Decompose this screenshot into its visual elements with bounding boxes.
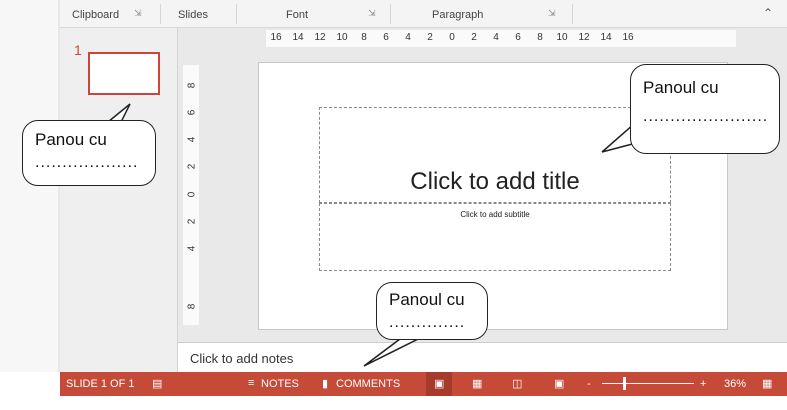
ruler-tick-label: 0: [449, 32, 455, 43]
zoom-in-button[interactable]: +: [700, 378, 706, 390]
ruler-tick-label: 2: [427, 32, 433, 43]
ruler-tick-label: 12: [578, 32, 590, 43]
ruler-tick-label: 6: [383, 32, 389, 43]
callout-right: Panoul cu .......................: [630, 64, 780, 154]
slide-sorter-icon[interactable]: ▦: [472, 377, 482, 390]
dialog-launcher-icon[interactable]: ⇲: [548, 8, 556, 19]
page-bottom-margin: [0, 396, 787, 410]
callout-left: Panou cu ...................: [22, 120, 156, 186]
comments-icon[interactable]: ▮: [322, 377, 328, 390]
ruler-tick-label: 8: [361, 32, 367, 43]
ruler-tick-label: 4: [186, 136, 198, 143]
fit-to-window-icon[interactable]: ▦: [762, 377, 772, 390]
ribbon-group-paragraph: Paragraph: [432, 9, 484, 21]
ruler-tick-label: 6: [515, 32, 521, 43]
ruler-tick-label: 14: [292, 32, 304, 43]
ribbon-separator: [236, 4, 237, 24]
reading-view-icon[interactable]: ◫: [512, 377, 522, 390]
subtitle-placeholder[interactable]: Click to add subtitle: [319, 203, 671, 271]
title-placeholder[interactable]: Click to add title: [319, 107, 671, 203]
thumbnail-slide-number: 1: [74, 42, 82, 58]
comments-button[interactable]: COMMENTS: [336, 378, 400, 390]
ribbon-group-clipboard: Clipboard: [72, 9, 120, 21]
vertical-ruler: 8 6 4 2 0 2 4 8: [183, 65, 199, 325]
ruler-tick-label: 10: [556, 32, 568, 43]
callout-bottom-label: Panoul cu: [389, 290, 465, 309]
ribbon-separator: [160, 4, 161, 24]
ribbon-separator: [572, 4, 573, 24]
callout-bottom-blank: ..............: [389, 313, 466, 331]
notes-icon[interactable]: ≡: [248, 377, 254, 389]
status-bar: SLIDE 1 OF 1 ▤ ≡ NOTES ▮ COMMENTS ▣ ▦ ◫ …: [60, 372, 787, 396]
ribbon-group-slides: Slides: [178, 9, 208, 21]
subtitle-placeholder-text: Click to add subtitle: [460, 210, 530, 219]
page-margin: [0, 0, 60, 372]
zoom-slider-thumb[interactable]: [623, 377, 626, 390]
collapse-ribbon-icon[interactable]: ⌃: [763, 6, 773, 20]
callout-bottom: Panoul cu ..............: [376, 282, 488, 340]
ruler-tick-label: 8: [186, 82, 198, 89]
callout-left-label: Panou cu: [35, 130, 107, 149]
ruler-tick-label: 8: [537, 32, 543, 43]
notes-pane[interactable]: Click to add notes: [178, 342, 787, 372]
slideshow-icon[interactable]: ▣: [554, 377, 564, 390]
callout-right-label: Panoul cu: [643, 78, 719, 97]
ruler-tick-label: 2: [186, 163, 198, 170]
normal-view-icon: ▣: [434, 378, 445, 390]
ruler-tick-label: 4: [186, 245, 198, 252]
normal-view-button[interactable]: ▣: [426, 372, 452, 396]
ruler-tick-label: 4: [405, 32, 411, 43]
ruler-tick-label: 14: [600, 32, 612, 43]
spellcheck-icon[interactable]: ▤: [152, 377, 162, 390]
ruler-tick-label: 12: [314, 32, 326, 43]
ribbon-group-labels: Clipboard ⇲ Slides Font ⇲ Paragraph ⇲ ⌃: [60, 0, 787, 28]
ruler-tick-label: 2: [186, 218, 198, 225]
slides-thumbnail-pane: 1: [60, 28, 178, 372]
horizontal-ruler: 16 14 12 10 8 6 4 2 0 2 4 6 8 10 12 14 1…: [266, 30, 736, 47]
ruler-tick-label: 2: [471, 32, 477, 43]
ruler-tick-label: 16: [622, 32, 634, 43]
zoom-slider-track[interactable]: [602, 383, 694, 384]
slide-indicator[interactable]: SLIDE 1 OF 1: [66, 378, 134, 390]
title-placeholder-text: Click to add title: [410, 168, 580, 195]
zoom-out-button[interactable]: -: [587, 378, 591, 390]
dialog-launcher-icon[interactable]: ⇲: [134, 8, 142, 19]
ribbon-separator: [390, 4, 391, 24]
zoom-level[interactable]: 36%: [724, 378, 746, 390]
ruler-tick-label: 0: [186, 191, 198, 198]
notes-placeholder: Click to add notes: [190, 351, 294, 366]
slide-thumbnail[interactable]: [88, 52, 160, 95]
dialog-launcher-icon[interactable]: ⇲: [368, 8, 376, 19]
ribbon-group-font: Font: [286, 9, 309, 21]
ruler-tick-label: 4: [493, 32, 499, 43]
callout-left-blank: ...................: [35, 153, 139, 171]
callout-right-blank: .......................: [643, 107, 769, 125]
notes-button[interactable]: NOTES: [261, 378, 299, 390]
ruler-tick-label: 10: [336, 32, 348, 43]
ruler-tick-label: 16: [270, 32, 282, 43]
ruler-tick-label: 6: [186, 109, 198, 116]
ruler-tick-label: 8: [186, 303, 198, 310]
